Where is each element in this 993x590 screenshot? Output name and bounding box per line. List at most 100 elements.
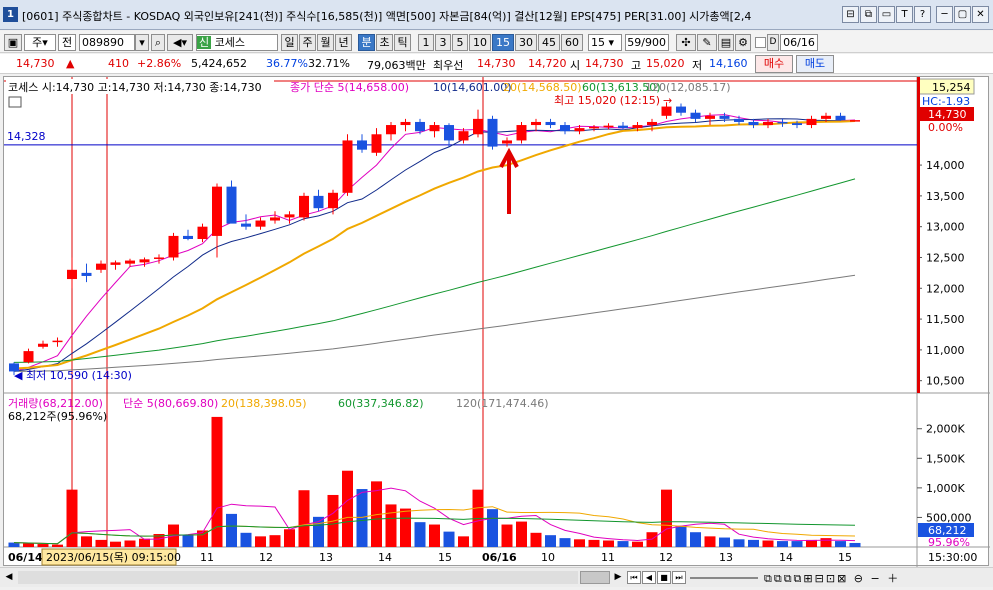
- chart-area[interactable]: 14,000 13,500 13,000 12,500 12,000 11,500 11,0…: [3, 76, 990, 567]
- scroll-left-icon[interactable]: ◀: [3, 571, 15, 584]
- date-checkbox[interactable]: [755, 37, 766, 48]
- volume-ratio-label: 95.96%: [928, 536, 970, 549]
- candle-body: [531, 121, 541, 126]
- zoom-tools[interactable]: ⧉⧉⧉⧉⊞⊟⊡⊠ ⊖ − ＋: [764, 570, 989, 585]
- stock-chart-svg[interactable]: 14,000 13,500 13,000 12,500 12,000 11,500 11,0…: [4, 77, 990, 567]
- volume-bar: [603, 540, 614, 547]
- volume-tick-label: 1,500K: [926, 452, 965, 465]
- volume-legend-item: 120(171,474.46): [456, 397, 549, 410]
- help-icon[interactable]: ?: [914, 6, 931, 23]
- cursor-time-label: 2023/06/15(목) 09:15:00: [46, 551, 181, 564]
- buy-button[interactable]: 매수: [755, 55, 793, 73]
- sell-button[interactable]: 매도: [796, 55, 834, 73]
- interval-60[interactable]: 60: [561, 34, 583, 51]
- search-icon[interactable]: ⌕: [151, 34, 165, 51]
- period-week[interactable]: 주: [299, 34, 316, 51]
- time-axis-label: 12: [259, 551, 273, 564]
- minimize-icon[interactable]: ─: [936, 6, 953, 23]
- price-tick-label: 13,000: [926, 221, 965, 234]
- candle-body: [139, 259, 150, 263]
- high-label: 고: [631, 59, 642, 72]
- code-input[interactable]: 089890: [79, 34, 135, 51]
- interval-45[interactable]: 45: [538, 34, 560, 51]
- candle-body: [125, 260, 135, 264]
- volume-sub-label: 68,212주(95.96%): [8, 410, 107, 423]
- market-select[interactable]: 주▾: [24, 34, 56, 51]
- code-dropdown-icon[interactable]: ▾: [135, 34, 149, 51]
- candle-body: [429, 125, 440, 132]
- speaker-icon[interactable]: ◀▾: [167, 34, 193, 51]
- volume-bar: [139, 538, 150, 547]
- interval-30[interactable]: 30: [515, 34, 537, 51]
- maximize-icon[interactable]: ▢: [954, 6, 971, 23]
- speed-slider[interactable]: [690, 577, 758, 579]
- scope-select[interactable]: 전: [58, 34, 76, 51]
- volume-bar: [95, 539, 107, 547]
- volume-legend-item: 20(138,398.05): [221, 397, 307, 410]
- prev-icon[interactable]: ◀: [642, 571, 656, 584]
- volume-tick-label: 1,000K: [926, 482, 965, 495]
- low-price: 14,160: [709, 57, 748, 70]
- candle-body: [342, 140, 353, 193]
- period-month[interactable]: 월: [317, 34, 334, 51]
- add-icon[interactable]: ▣: [4, 34, 22, 51]
- candle-body: [313, 195, 324, 209]
- settings-icon[interactable]: ⚙: [735, 34, 751, 51]
- interval-5[interactable]: 5: [452, 34, 468, 51]
- ma-legend-item: 120(12,085.17): [645, 81, 731, 94]
- candle-body: [603, 125, 614, 128]
- period-year[interactable]: 년: [335, 34, 352, 51]
- frame-icon[interactable]: ▭: [878, 6, 895, 23]
- volume-bar: [791, 541, 803, 547]
- open-price: 14,730: [585, 57, 624, 70]
- volume-bar: [110, 541, 121, 547]
- interval-10[interactable]: 10: [469, 34, 491, 51]
- layout-icon[interactable]: ⊟: [842, 6, 859, 23]
- volume-bar: [255, 536, 266, 547]
- period-minute[interactable]: 분: [358, 34, 375, 51]
- crosshair-icon[interactable]: ✣: [676, 34, 696, 51]
- interval-select[interactable]: 15 ▾: [588, 34, 622, 51]
- scroll-thumb[interactable]: [580, 571, 610, 584]
- ratio-1: 36.77%: [266, 57, 308, 70]
- font-icon[interactable]: T: [896, 6, 913, 23]
- next-icon[interactable]: ⏭: [672, 571, 686, 584]
- time-axis-label: 06/14: [8, 551, 43, 564]
- volume-value: 5,424,652: [191, 57, 247, 70]
- candle-body: [676, 106, 686, 113]
- count-field[interactable]: 59/900: [625, 34, 669, 51]
- stock-name-field[interactable]: 신 코세스: [196, 34, 278, 51]
- candle-body: [168, 235, 179, 258]
- save-icon[interactable]: ▤: [718, 34, 734, 51]
- interval-1[interactable]: 1: [418, 34, 434, 51]
- stop-icon[interactable]: ■: [657, 571, 671, 584]
- volume-bar: [632, 541, 643, 547]
- candle-body: [52, 340, 63, 343]
- volume-bar: [487, 509, 498, 547]
- volume-bar: [675, 525, 687, 547]
- scroll-track[interactable]: [18, 571, 578, 584]
- scroll-right-icon[interactable]: ▶: [612, 571, 624, 584]
- draw-icon[interactable]: ✎: [697, 34, 717, 51]
- price-tick-label: 13,500: [926, 190, 965, 203]
- copy-window-icon[interactable]: ⧉: [860, 6, 877, 23]
- close-icon[interactable]: ✕: [972, 6, 989, 23]
- period-second[interactable]: 초: [376, 34, 393, 51]
- candle-body: [647, 121, 657, 126]
- period-tick[interactable]: 틱: [394, 34, 411, 51]
- time-axis-label: 06/16: [482, 551, 517, 564]
- up-arrow-annotation: [499, 147, 519, 214]
- first-icon[interactable]: ⏮: [627, 571, 641, 584]
- interval-15[interactable]: 15: [492, 34, 514, 51]
- calendar-icon[interactable]: D: [767, 34, 779, 51]
- interval-3[interactable]: 3: [435, 34, 451, 51]
- date-field[interactable]: 06/16: [780, 34, 818, 51]
- price-tick-label: 10,500: [926, 375, 965, 388]
- volume-legend-item: 단순 5(80,669.80): [123, 397, 218, 410]
- time-axis-label: 11: [200, 551, 214, 564]
- period-day[interactable]: 일: [281, 34, 298, 51]
- ma20-line: [13, 120, 856, 370]
- volume-bar: [762, 540, 774, 547]
- end-time-label: 15:30:00: [928, 551, 977, 564]
- chart-scrollbar[interactable]: ◀ ▶ ⏮ ◀ ■ ⏭ ⧉⧉⧉⧉⊞⊟⊡⊠ ⊖ − ＋: [0, 567, 993, 587]
